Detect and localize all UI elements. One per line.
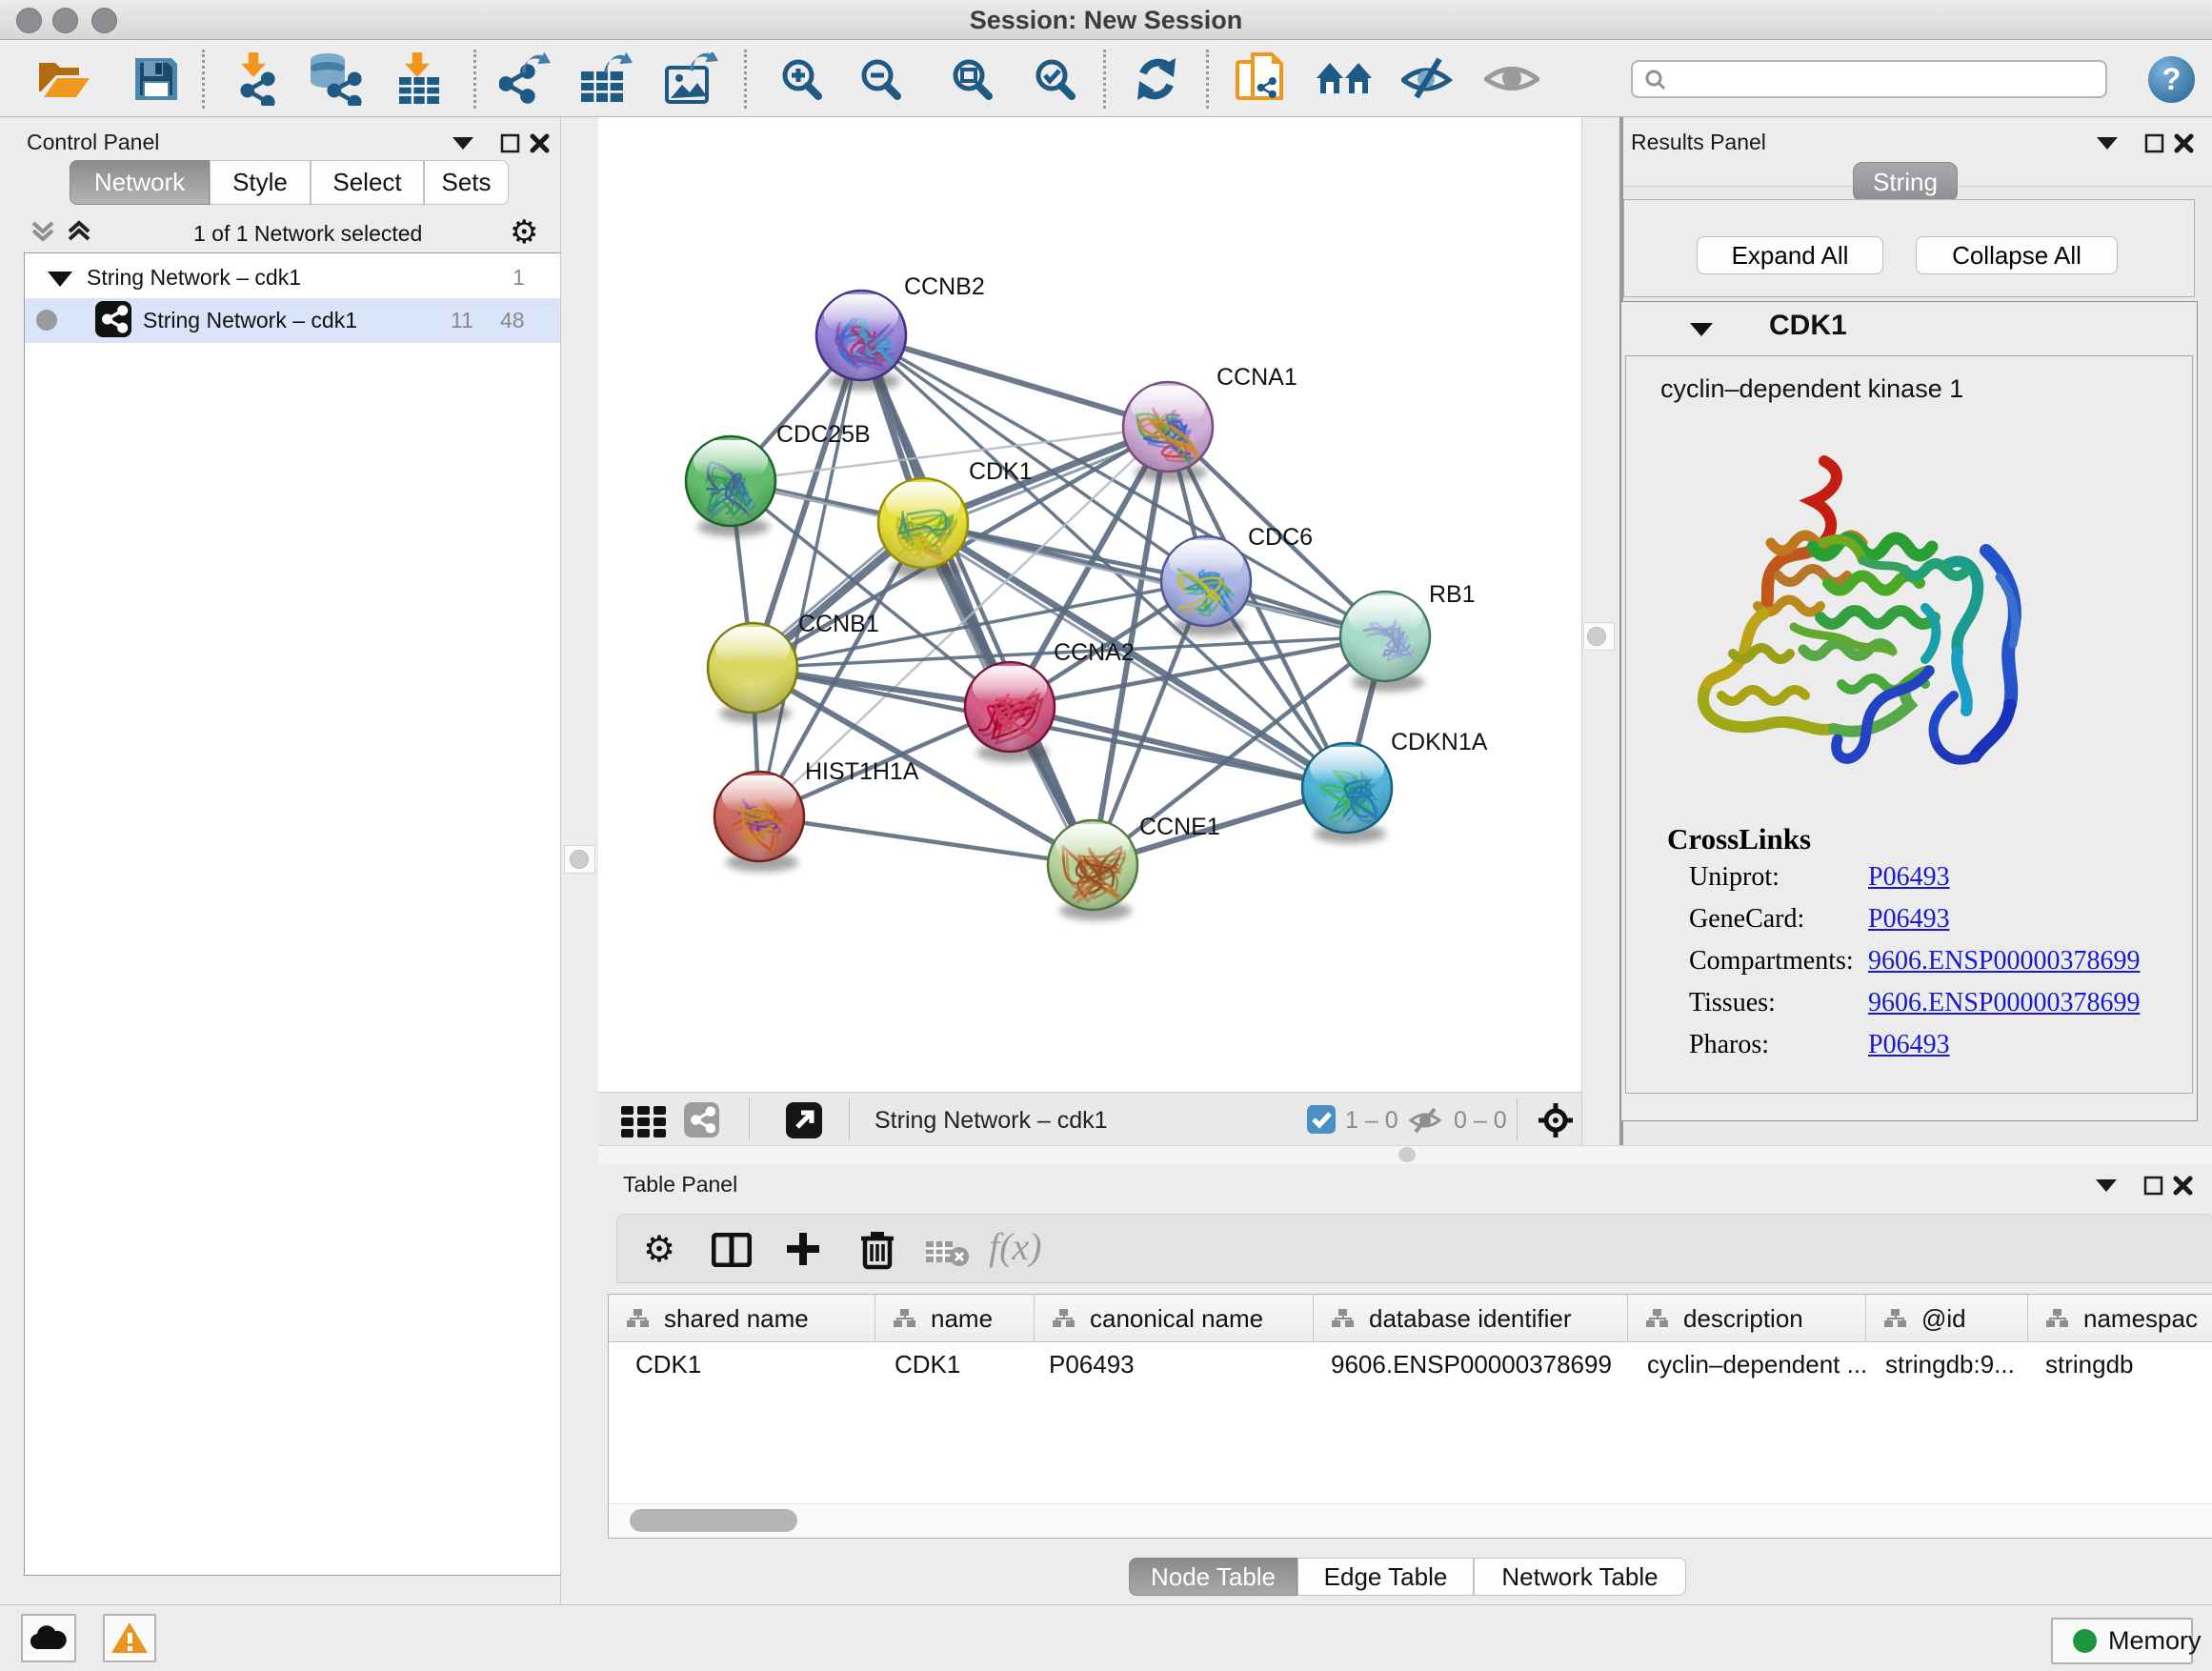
svg-text:RB1: RB1 <box>1429 581 1476 608</box>
svg-text:CDC6: CDC6 <box>1248 524 1313 551</box>
svg-text:CCNA1: CCNA1 <box>1217 364 1297 391</box>
svg-text:CCNA2: CCNA2 <box>1054 639 1135 666</box>
svg-text:CCNE1: CCNE1 <box>1139 814 1220 840</box>
svg-text:CCNB1: CCNB1 <box>798 611 879 637</box>
svg-text:HIST1H1A: HIST1H1A <box>805 758 919 785</box>
svg-text:CDK1: CDK1 <box>969 458 1033 485</box>
svg-text:CDC25B: CDC25B <box>776 421 871 448</box>
svg-text:CDKN1A: CDKN1A <box>1391 729 1488 755</box>
svg-text:CCNB2: CCNB2 <box>904 273 985 300</box>
